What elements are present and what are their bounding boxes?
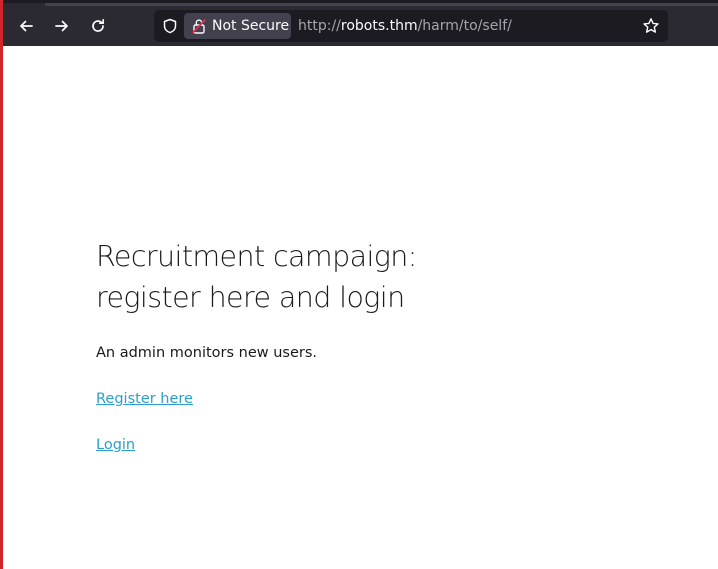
reload-icon bbox=[92, 18, 105, 32]
browser-window: Not Secure http://robots.thm/harm/to/sel… bbox=[0, 0, 718, 569]
site-security-indicator[interactable]: Not Secure bbox=[184, 13, 291, 39]
page-title: Recruitment campaign: register here and … bbox=[96, 236, 656, 318]
register-link[interactable]: Register here bbox=[96, 391, 193, 407]
page-title-line-1: Recruitment campaign: bbox=[96, 240, 417, 273]
reload-button[interactable] bbox=[84, 12, 112, 40]
browser-toolbar: Not Secure http://robots.thm/harm/to/sel… bbox=[0, 0, 718, 46]
forward-arrow-icon bbox=[55, 20, 68, 32]
bookmark-star-icon[interactable] bbox=[642, 17, 660, 35]
url-text[interactable]: http://robots.thm/harm/to/self/ bbox=[298, 10, 512, 42]
security-label: Not Secure bbox=[212, 18, 290, 34]
window-edge bbox=[0, 0, 3, 569]
back-button[interactable] bbox=[12, 12, 40, 40]
page-title-line-2: register here and login bbox=[96, 281, 405, 314]
intro-text: An admin monitors new users. bbox=[96, 345, 318, 361]
tracking-shield-icon[interactable] bbox=[162, 18, 178, 34]
url-scheme: http:// bbox=[298, 18, 341, 34]
tab-strip bbox=[45, 3, 718, 6]
back-arrow-icon bbox=[20, 20, 33, 32]
page-content: Recruitment campaign: register here and … bbox=[96, 236, 656, 453]
forward-button[interactable] bbox=[48, 12, 76, 40]
address-bar[interactable]: Not Secure http://robots.thm/harm/to/sel… bbox=[154, 10, 668, 42]
url-host: robots.thm bbox=[340, 18, 418, 34]
login-link[interactable]: Login bbox=[96, 437, 135, 453]
url-path: /harm/to/self/ bbox=[417, 18, 512, 34]
insecure-lock-icon bbox=[192, 19, 206, 34]
